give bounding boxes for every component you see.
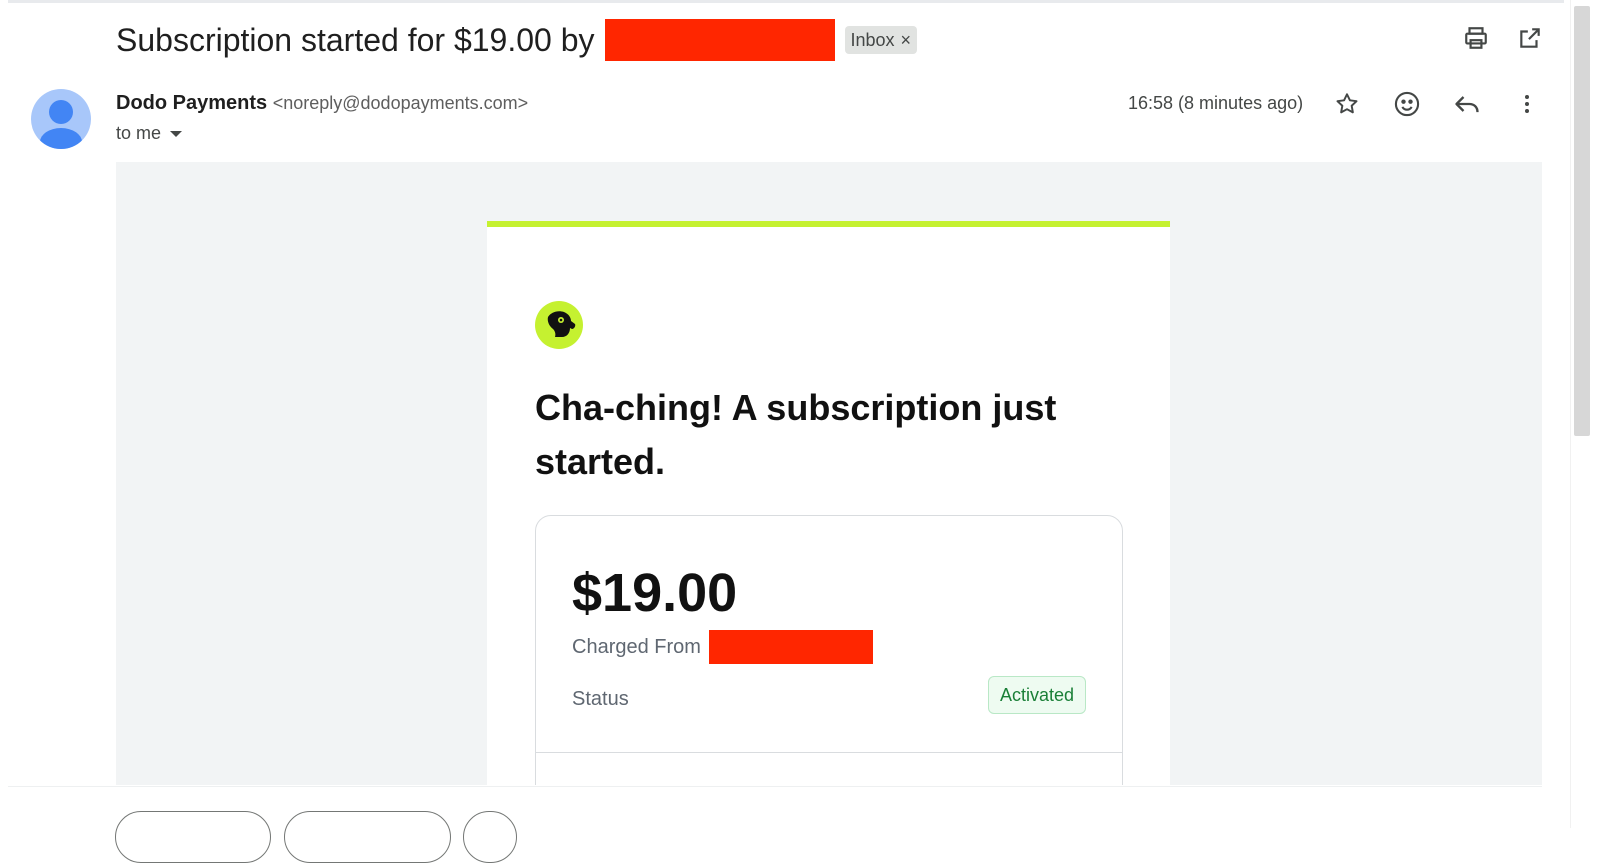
payment-summary-box: $19.00 Charged From Status Activated — [535, 515, 1123, 785]
print-icon — [1465, 27, 1487, 49]
more-vertical-icon — [1525, 95, 1529, 113]
email-headline: Cha-ching! A subscription just started. — [535, 387, 1057, 482]
charged-from-row: Charged From — [572, 630, 873, 664]
chevron-down-icon — [170, 130, 183, 137]
charged-amount: $19.00 — [572, 563, 738, 623]
scroll-track — [1570, 0, 1571, 828]
star-icon — [1336, 93, 1358, 114]
recipient-text: to me — [116, 123, 162, 143]
open-in-new-window-button[interactable] — [1510, 18, 1550, 58]
sender-name[interactable]: Dodo Payments — [116, 92, 267, 114]
sender-line: Dodo Payments <noreply@dodopayments.com> — [116, 92, 528, 115]
email-timestamp: 16:58 (8 minutes ago) — [1128, 93, 1304, 113]
sender-avatar[interactable] — [31, 89, 91, 149]
recipient-details-toggle[interactable]: to me — [116, 123, 183, 144]
status-label: Status — [572, 688, 629, 710]
label-text: Inbox — [850, 29, 895, 50]
email-subject: Subscription started for $19.00 by — [116, 21, 595, 58]
emoji-pill-button[interactable] — [463, 811, 517, 863]
redacted-customer-email — [708, 630, 873, 664]
more-options-button[interactable] — [1507, 84, 1547, 124]
dodo-bird-logo — [535, 301, 583, 349]
reply-icon — [1455, 96, 1479, 113]
forward-pill-button[interactable] — [284, 811, 451, 863]
dodo-bird-icon — [547, 311, 576, 337]
reply-area-divider — [8, 786, 1542, 787]
redacted-customer-name — [604, 19, 835, 61]
inbox-label-chip[interactable]: Inbox × — [844, 26, 918, 54]
notification-card: Cha-ching! A subscription just started. … — [487, 221, 1170, 785]
sender-address: <noreply@dodopayments.com> — [272, 93, 529, 113]
window-top-border — [8, 0, 1564, 3]
charged-from-label: Charged From — [572, 635, 701, 658]
star-button[interactable] — [1327, 84, 1367, 124]
summary-divider — [536, 752, 1122, 753]
add-reaction-button[interactable] — [1387, 84, 1427, 124]
remove-label-button[interactable]: × — [901, 30, 912, 51]
emoji-reaction-icon — [1394, 91, 1420, 117]
print-button[interactable] — [1456, 18, 1496, 58]
status-badge: Activated — [987, 676, 1086, 714]
person-icon — [40, 100, 82, 149]
email-body: Cha-ching! A subscription just started. … — [116, 162, 1542, 785]
reply-button[interactable] — [1447, 84, 1487, 124]
open-in-new-window-icon — [1520, 28, 1540, 48]
reply-pill-button[interactable] — [115, 811, 271, 863]
vertical-scrollbar-thumb[interactable] — [1574, 6, 1590, 436]
email-subject-row: Subscription started for $19.00 by Inbox… — [116, 14, 918, 66]
